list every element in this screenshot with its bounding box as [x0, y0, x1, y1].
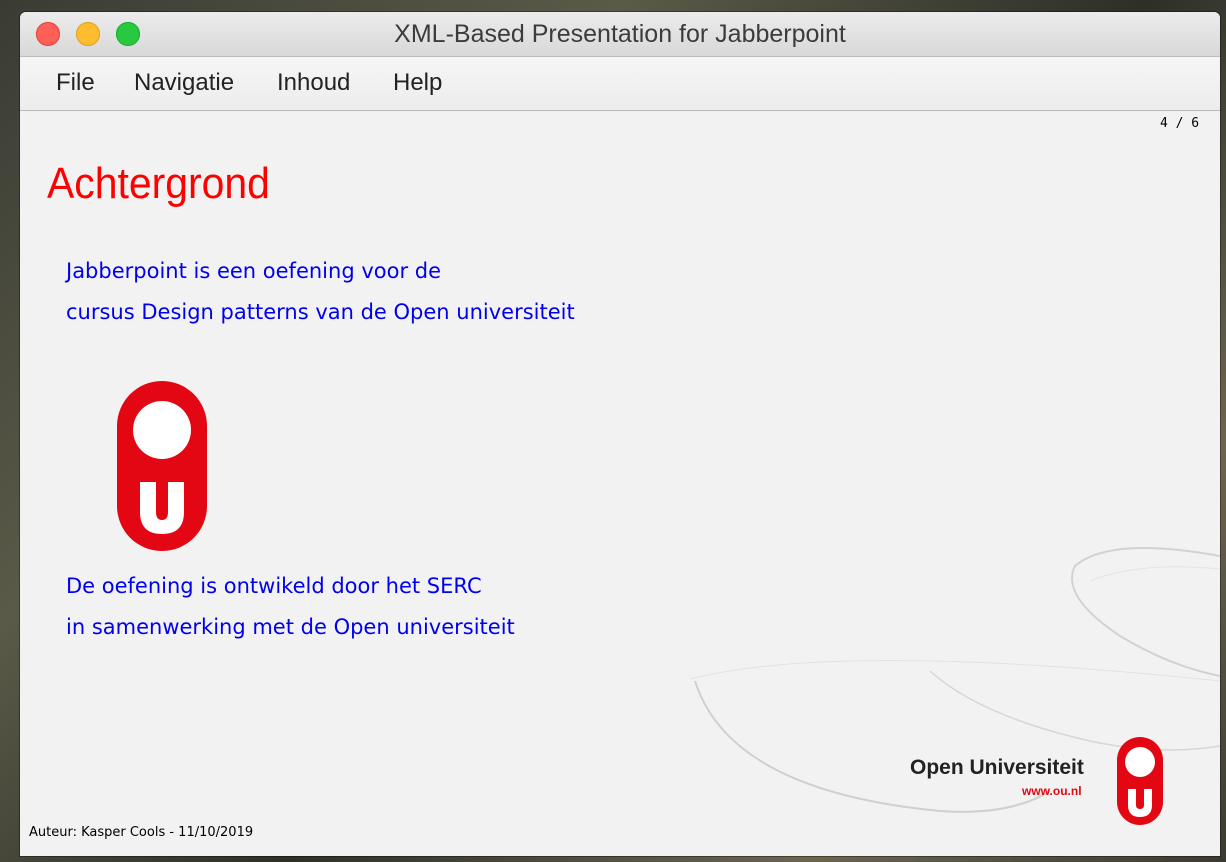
slide-text-line: cursus Design patterns van de Open unive…: [66, 300, 575, 324]
slide-text-line: Jabberpoint is een oefening voor de: [66, 259, 442, 283]
menu-inhoud[interactable]: Inhoud: [277, 69, 350, 97]
menu-bar: File Navigatie Inhoud Help: [20, 57, 1220, 111]
app-window: XML-Based Presentation for Jabberpoint F…: [20, 12, 1220, 856]
slide-text-line: De oefening is ontwikeld door het SERC: [66, 574, 482, 598]
brand-name: Open Universiteit: [910, 756, 1084, 779]
menu-help[interactable]: Help: [393, 69, 442, 97]
title-bar[interactable]: XML-Based Presentation for Jabberpoint: [20, 12, 1220, 57]
slide-canvas[interactable]: 4 / 6 Achtergrond Jabberpoint is een oef…: [20, 111, 1220, 856]
menu-file[interactable]: File: [56, 69, 95, 97]
page-number: 4 / 6: [1160, 116, 1200, 131]
menu-navigatie[interactable]: Navigatie: [134, 69, 234, 97]
slide-title: Achtergrond: [47, 159, 270, 208]
window-title: XML-Based Presentation for Jabberpoint: [394, 20, 846, 48]
ou-brand-logo: [1117, 737, 1163, 825]
slide-footer: Auteur: Kasper Cools - 11/10/2019: [29, 825, 254, 840]
ou-logo-image: [117, 381, 207, 551]
brand-url: www.ou.nl: [1022, 784, 1082, 798]
slide-text-line: in samenwerking met de Open universiteit: [66, 615, 515, 639]
